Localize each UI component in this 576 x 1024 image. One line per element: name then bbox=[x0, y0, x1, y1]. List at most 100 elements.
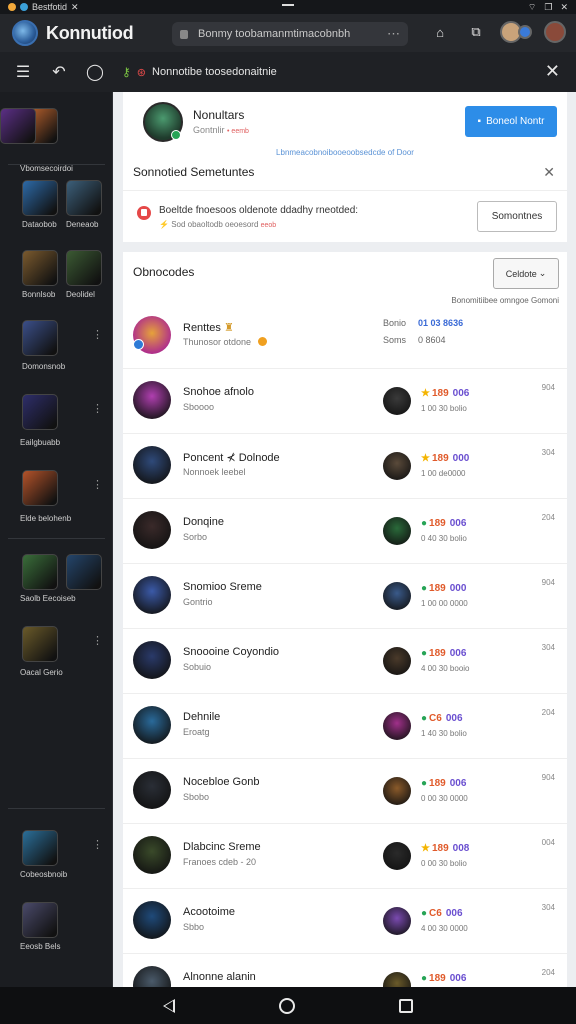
list-item[interactable]: Nocebloe Gonb Sbobo ● 189 006 0 00 30 0000 904 bbox=[123, 759, 567, 824]
reload-icon[interactable]: ◯ bbox=[86, 62, 104, 82]
list-item[interactable]: Poncent ⊀ Dolnode Nonnoek leebel ★ 189 000 1 … bbox=[123, 434, 567, 499]
sidebar-item[interactable]: Saolb Eecoiseb bbox=[0, 554, 112, 624]
game-thumbnail[interactable] bbox=[22, 830, 58, 866]
sidebar-item[interactable]: Vbomsecoirdoi bbox=[0, 108, 112, 178]
hint-link[interactable]: Lbnmeacobnoibooeoobsedcde of Door bbox=[123, 148, 567, 157]
game-thumbnail[interactable] bbox=[22, 250, 58, 286]
close-icon[interactable]: ✕ bbox=[545, 61, 560, 82]
profile-avatar[interactable] bbox=[544, 21, 566, 43]
game-thumbnail[interactable] bbox=[66, 554, 102, 590]
sidebar-item-label: Bonnlsob bbox=[22, 290, 56, 299]
list-item[interactable]: Snomioo Sreme Gontrio ● 189 000 1 00 00 0000 9… bbox=[123, 564, 567, 629]
list-item[interactable]: Dehnile Eroatg ● C6 006 1 40 30 bolio 204 bbox=[123, 694, 567, 759]
list-item[interactable]: Dlabcinc Sreme Franoes cdeb - 20 ★ 189 008 0 … bbox=[123, 824, 567, 889]
meta-1-label: Bonio bbox=[383, 318, 407, 328]
more-icon[interactable]: ⋮ bbox=[92, 634, 103, 647]
more-icon[interactable]: ⋮ bbox=[92, 328, 103, 341]
stat-a: 189 bbox=[429, 973, 446, 984]
notice-button[interactable]: Somontnes bbox=[477, 201, 557, 232]
profile-sub: Gontnlir • eemb bbox=[193, 125, 249, 135]
item-action[interactable]: 904 bbox=[542, 578, 555, 587]
game-thumbnail[interactable] bbox=[22, 394, 58, 430]
recents-icon[interactable] bbox=[399, 998, 413, 1013]
status-badge bbox=[171, 130, 181, 140]
rank-icon: ★ bbox=[421, 843, 430, 854]
item-action[interactable]: 304 bbox=[542, 448, 555, 457]
sidebar-divider bbox=[8, 808, 105, 809]
item-action[interactable]: 304 bbox=[542, 903, 555, 912]
sidebar-item[interactable]: Dataobob Deneaob bbox=[0, 180, 112, 250]
item-action[interactable]: 204 bbox=[542, 513, 555, 522]
home-icon[interactable]: ⌂ bbox=[428, 20, 452, 44]
list-item[interactable]: Snoooine Coyondio Sobuio ● 189 006 4 00 30 bo… bbox=[123, 629, 567, 694]
home-icon[interactable] bbox=[279, 997, 295, 1014]
tabs-icon[interactable]: ⧉ bbox=[464, 20, 488, 44]
sidebar-item[interactable]: Eailgbuabb ⋮ bbox=[0, 394, 112, 464]
game-thumbnail[interactable] bbox=[0, 108, 36, 144]
more-icon[interactable]: ⋮ bbox=[92, 402, 103, 415]
list-item[interactable]: Donqine Sorbo ● 189 006 0 40 30 bolio 204 bbox=[123, 499, 567, 564]
toolbar-label: Nonnotibe toosedonaitnie bbox=[152, 66, 277, 78]
stat-b: 006 bbox=[449, 518, 467, 529]
user-avatars-group[interactable] bbox=[500, 21, 532, 43]
list-item[interactable]: Alnonne alaninSbbo●189006204 bbox=[123, 954, 567, 987]
item-action[interactable]: 904 bbox=[542, 383, 555, 392]
item-action[interactable]: 004 bbox=[542, 838, 555, 847]
close-icon[interactable]: ✕ bbox=[560, 2, 568, 13]
restore-icon[interactable]: ❐ bbox=[544, 2, 552, 13]
status-bar: Bestfotid ✕ ⌔ ❐ ✕ bbox=[0, 0, 576, 14]
more-icon[interactable]: ⋮ bbox=[92, 478, 103, 491]
game-thumbnail[interactable] bbox=[22, 320, 58, 356]
stat-a: 189 bbox=[431, 453, 449, 464]
game-thumbnail[interactable] bbox=[22, 626, 58, 662]
primary-action-label: Boneol Nontr bbox=[486, 116, 545, 127]
more-icon[interactable]: ⋮ bbox=[92, 838, 103, 851]
game-thumbnail[interactable] bbox=[66, 250, 102, 286]
item-stat-detail: 0 00 30 bolio bbox=[421, 859, 467, 868]
rank-icon: ★ bbox=[421, 453, 430, 464]
item-action[interactable]: 904 bbox=[542, 773, 555, 782]
meta-2-value: 0 8604 bbox=[418, 335, 446, 345]
avatar[interactable] bbox=[143, 102, 183, 142]
sidebar-item[interactable]: Domonsnob ⋮ bbox=[0, 320, 112, 390]
chevron-down-icon: ⌄ bbox=[538, 268, 547, 278]
stat-b: 006 bbox=[445, 713, 463, 724]
back-icon[interactable] bbox=[163, 998, 175, 1013]
item-action[interactable]: 304 bbox=[542, 643, 555, 652]
stat-b: 006 bbox=[449, 648, 467, 659]
more-icon[interactable]: ⋯ bbox=[387, 26, 400, 42]
mini-avatar bbox=[383, 452, 411, 480]
rank-icon: ● bbox=[421, 778, 428, 789]
item-name: Poncent ⊀ Dolnode bbox=[183, 452, 280, 464]
app-logo-icon[interactable] bbox=[12, 20, 38, 46]
mini-avatar bbox=[383, 842, 411, 870]
avatar bbox=[133, 706, 171, 744]
game-thumbnail[interactable] bbox=[66, 180, 102, 216]
sidebar-item[interactable]: Oacal Gerio ⋮ bbox=[0, 626, 112, 696]
game-thumbnail[interactable] bbox=[22, 470, 58, 506]
sidebar-item[interactable]: Cobeosbnoib ⋮ bbox=[0, 830, 112, 900]
item-stat-detail: 4 00 30 0000 bbox=[421, 924, 468, 933]
sort-dropdown[interactable]: Celdote ⌄ bbox=[493, 258, 559, 289]
item-action[interactable]: 204 bbox=[542, 968, 555, 977]
sidebar-item-label: Vbomsecoirdoi bbox=[20, 164, 73, 173]
back-arrow-icon[interactable]: ↶ bbox=[50, 62, 68, 82]
list-item[interactable]: Acootoime Sbbo ● C6 006 4 00 30 0000 304 bbox=[123, 889, 567, 954]
item-sub: Sboooo bbox=[183, 402, 215, 412]
list-item[interactable]: Snohoe afnolo Sboooo ★ 189 006 1 00 30 bolio 9… bbox=[123, 369, 567, 434]
game-thumbnail[interactable] bbox=[22, 180, 58, 216]
list-item[interactable]: Renttes ♜ Thunosor otdone Bonio 01 03 863… bbox=[123, 304, 567, 369]
sidebar-item[interactable]: Eeosb Bels bbox=[0, 902, 112, 972]
search-bar[interactable]: Bonmy toobamanmtimacobnbh ⋯ bbox=[172, 22, 408, 46]
close-icon[interactable]: ✕ bbox=[543, 164, 555, 181]
avatar bbox=[133, 966, 171, 987]
primary-action-button[interactable]: ▪ Boneol Nontr bbox=[465, 106, 557, 137]
item-action[interactable]: 204 bbox=[542, 708, 555, 717]
menu-icon[interactable]: ☰ bbox=[14, 62, 32, 82]
sidebar-item[interactable]: Bonnlsob Deolidel bbox=[0, 250, 112, 320]
sidebar-item[interactable]: Elde belohenb ⋮ bbox=[0, 470, 112, 540]
game-thumbnail[interactable] bbox=[22, 554, 58, 590]
item-sub: Franoes cdeb - 20 bbox=[183, 857, 257, 867]
rank-icon: ● bbox=[421, 713, 428, 724]
game-thumbnail[interactable] bbox=[22, 902, 58, 938]
